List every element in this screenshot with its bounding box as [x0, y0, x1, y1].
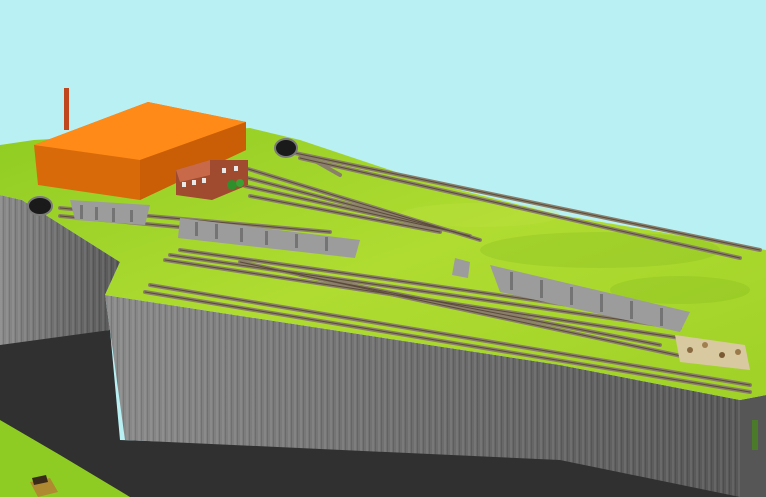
chimney	[64, 88, 69, 130]
layout-scene[interactable]	[0, 0, 766, 497]
3d-viewport[interactable]	[0, 0, 766, 497]
cliff-marker	[752, 420, 758, 450]
